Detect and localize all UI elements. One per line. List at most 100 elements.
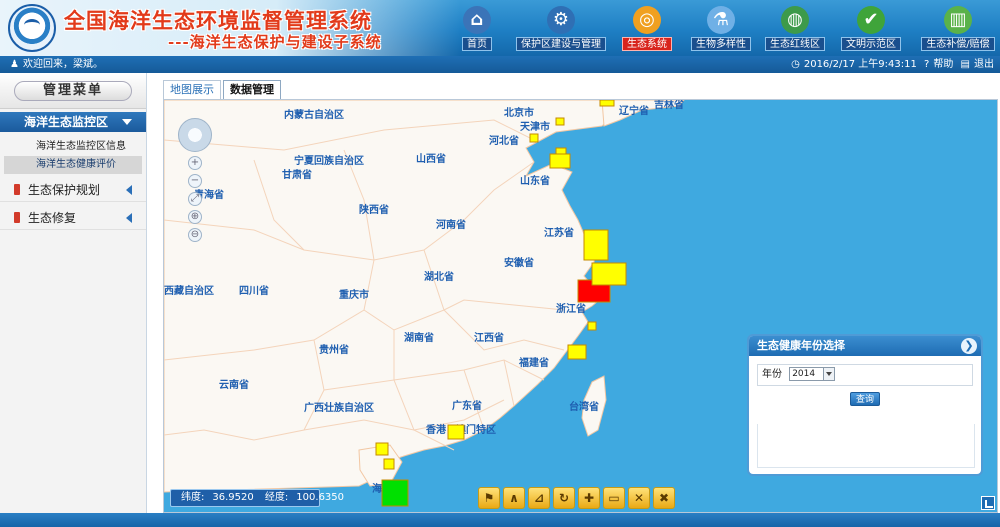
ministry-logo bbox=[8, 4, 56, 52]
help-icon: ? bbox=[924, 59, 930, 70]
monitoring-site-marker[interactable] bbox=[555, 117, 565, 126]
polygon-tool-icon[interactable]: ⊿ bbox=[528, 487, 550, 509]
monitoring-site-marker[interactable] bbox=[583, 229, 609, 261]
province-label: 河北省 bbox=[489, 134, 519, 147]
monitoring-site-marker[interactable] bbox=[381, 479, 409, 507]
subsystem-title: ---海洋生态保护与建设子系统 bbox=[168, 33, 382, 51]
close-tool-icon[interactable]: ✖ bbox=[653, 487, 675, 509]
sidebar-group-monitoring[interactable]: 海洋生态监控区 bbox=[0, 112, 146, 132]
year-label: 年份 bbox=[762, 369, 782, 380]
nav-demo-zone[interactable]: ✔ 文明示范区 bbox=[836, 6, 906, 54]
globe-icon: ◎ bbox=[633, 6, 661, 34]
coordinate-readout: 纬度: 36.9520 经度: 100.6350 bbox=[170, 489, 344, 507]
monitoring-site-marker[interactable] bbox=[529, 133, 539, 143]
monitoring-site-marker[interactable] bbox=[567, 344, 587, 360]
line-tool-icon[interactable]: ∧ bbox=[503, 487, 525, 509]
province-label: 福建省 bbox=[518, 356, 549, 369]
nav-compensation-label: 生态补偿/赔偿 bbox=[921, 37, 995, 51]
sidebar-group-monitoring-label: 海洋生态监控区 bbox=[24, 115, 109, 129]
clock-icon: ◷ bbox=[791, 59, 800, 70]
province-label: 湖南省 bbox=[404, 331, 434, 344]
monitoring-site-marker[interactable] bbox=[383, 458, 395, 470]
year-select[interactable]: 2014 bbox=[789, 367, 836, 381]
expand-corner-icon[interactable] bbox=[981, 496, 995, 510]
province-label: 香港 bbox=[426, 423, 447, 436]
year-row: 年份 2014 bbox=[757, 364, 973, 386]
monitoring-site-marker[interactable] bbox=[549, 153, 571, 169]
province-label: 贵州省 bbox=[319, 343, 349, 356]
zoom-in-button[interactable]: + bbox=[188, 156, 202, 170]
query-button[interactable]: 查询 bbox=[850, 392, 880, 406]
map-view[interactable]: 内蒙古自治区 北京市 天津市 辽宁省 吉林省 河北省 宁夏回族自治区 甘肃省 山西省 山东省 青海省… bbox=[163, 99, 998, 513]
province-label: 湖北省 bbox=[424, 270, 454, 283]
province-label: 西藏自治区 bbox=[164, 284, 214, 297]
status-bar: ♟ 欢迎回来，梁斌。 ◷ 2016/2/17 上午9:43:11 ? 帮助 ▤ 退出 bbox=[0, 56, 1000, 73]
year-select-value: 2014 bbox=[792, 369, 816, 379]
map-toolbar: ⚑ ∧ ⊿ ↻ ✚ ▭ ✕ ✖ bbox=[478, 487, 688, 509]
province-label: 北京市 bbox=[504, 106, 534, 119]
chevron-left-icon bbox=[126, 185, 132, 195]
province-label: 山东省 bbox=[520, 174, 550, 187]
monitoring-site-marker[interactable] bbox=[591, 262, 627, 286]
refresh-tool-icon[interactable]: ↻ bbox=[553, 487, 575, 509]
nav-ecosystem-label: 生态系统 bbox=[622, 37, 672, 51]
magnify-out-icon[interactable]: ⊖ bbox=[188, 228, 202, 242]
clear-tool-icon[interactable]: ✕ bbox=[628, 487, 650, 509]
monitoring-site-marker[interactable] bbox=[375, 442, 389, 456]
year-panel-header: 生态健康年份选择 ❯ bbox=[749, 336, 981, 356]
sidebar-group-restoration[interactable]: 生态修复 bbox=[0, 206, 146, 230]
gear-icon: ⚙ bbox=[547, 6, 575, 34]
nav-ecosystem[interactable]: ◎ 生态系统 bbox=[612, 6, 682, 54]
tab-data-management[interactable]: 数据管理 bbox=[223, 80, 281, 99]
nav-reserve-management[interactable]: ⚙ 保护区建设与管理 bbox=[516, 6, 606, 54]
help-link[interactable]: 帮助 bbox=[933, 59, 953, 70]
sidebar-item-monitoring-info[interactable]: 海洋生态监控区信息 bbox=[0, 138, 146, 156]
year-panel-title: 生态健康年份选择 bbox=[757, 339, 845, 352]
fullextent-button[interactable]: ⤢ bbox=[188, 192, 202, 206]
sidebar-group-planning-label: 生态保护规划 bbox=[28, 183, 101, 197]
logout-link[interactable]: 退出 bbox=[974, 59, 994, 70]
logo-bird-icon bbox=[24, 19, 40, 31]
menu-title-bar: 管理菜单 bbox=[0, 73, 146, 109]
nav-biodiversity[interactable]: ⚗ 生物多样性 bbox=[686, 6, 756, 54]
pan-control[interactable] bbox=[178, 118, 212, 152]
nav-home[interactable]: ⌂ 首页 bbox=[442, 6, 512, 54]
header-banner: 全国海洋生态环境监督管理系统 ---海洋生态保护与建设子系统 ⌂ 首页 ⚙ 保护… bbox=[0, 0, 1000, 56]
monitoring-site-marker[interactable] bbox=[587, 321, 597, 331]
province-label: 山西省 bbox=[416, 152, 446, 165]
province-label: 安徽省 bbox=[504, 256, 534, 269]
menu-title: 管理菜单 bbox=[14, 81, 132, 101]
zoom-out-button[interactable]: − bbox=[188, 174, 202, 188]
marker-tool-icon[interactable]: ⚑ bbox=[478, 487, 500, 509]
sidebar-item-health-evaluation[interactable]: 海洋生态健康评价 bbox=[4, 156, 142, 174]
content-tabs: 地图展示 数据管理 bbox=[163, 80, 283, 99]
checkmark-icon: ✔ bbox=[857, 6, 885, 34]
province-label: 宁夏回族自治区 bbox=[294, 154, 364, 167]
longitude-label: 经度: bbox=[264, 492, 289, 503]
chevron-left-icon bbox=[126, 213, 132, 223]
year-panel-result-area bbox=[757, 424, 975, 468]
tab-map-display[interactable]: 地图展示 bbox=[163, 80, 221, 99]
sidebar-group-planning[interactable]: 生态保护规划 bbox=[0, 178, 146, 202]
nav-redline[interactable]: ◍ 生态红线区 bbox=[760, 6, 830, 54]
welcome-area: ♟ 欢迎回来，梁斌。 bbox=[6, 56, 103, 73]
pan-tool-icon[interactable]: ✚ bbox=[578, 487, 600, 509]
nav-home-label: 首页 bbox=[462, 37, 492, 51]
earth-icon: ◍ bbox=[781, 6, 809, 34]
status-right: ◷ 2016/2/17 上午9:43:11 ? 帮助 ▤ 退出 bbox=[787, 56, 994, 73]
monitoring-site-marker[interactable] bbox=[599, 100, 615, 107]
footer-bar bbox=[0, 513, 1000, 527]
province-label: 天津市 bbox=[520, 120, 550, 133]
province-label: 江西省 bbox=[474, 331, 504, 344]
extent-tool-icon[interactable]: ▭ bbox=[603, 487, 625, 509]
year-selection-panel: 生态健康年份选择 ❯ 年份 2014 查询 bbox=[747, 334, 983, 476]
logout-icon: ▤ bbox=[960, 59, 970, 70]
nav-compensation[interactable]: ▥ 生态补偿/赔偿 bbox=[918, 6, 998, 54]
province-label: 辽宁省 bbox=[619, 104, 649, 117]
bookmark-icon bbox=[14, 184, 20, 195]
monitoring-site-marker[interactable] bbox=[447, 424, 465, 440]
province-label: 云南省 bbox=[219, 378, 249, 391]
magnify-in-icon[interactable]: ⊕ bbox=[188, 210, 202, 224]
collapse-arrow-icon[interactable]: ❯ bbox=[961, 338, 977, 354]
province-label: 广西壮族自治区 bbox=[304, 401, 374, 414]
